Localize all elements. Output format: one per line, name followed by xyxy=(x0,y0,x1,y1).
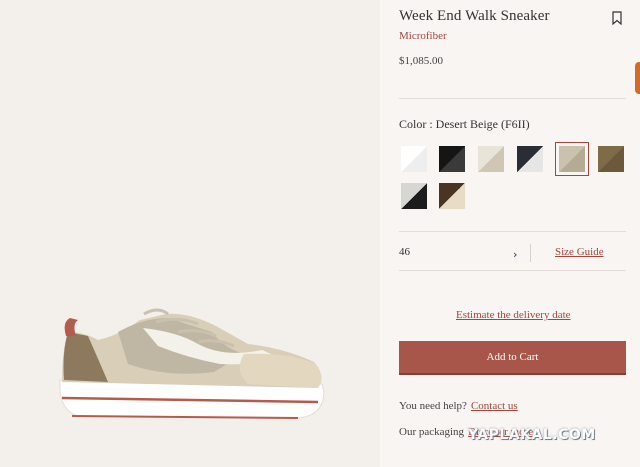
help-text: You need help? xyxy=(399,400,467,412)
watermark: YAPLAKAL.COM xyxy=(468,427,596,443)
estimate-delivery-link[interactable]: Estimate the delivery date xyxy=(456,309,571,321)
color-swatch-white[interactable] xyxy=(401,146,427,172)
color-swatch-beige-white[interactable] xyxy=(478,146,504,172)
color-swatch-black[interactable] xyxy=(439,146,465,172)
packaging-text: Our packaging xyxy=(399,426,465,438)
product-material: Microfiber xyxy=(399,30,447,42)
divider xyxy=(399,270,626,271)
color-swatch-navy-white[interactable] xyxy=(517,146,543,172)
product-image[interactable] xyxy=(48,292,338,432)
size-value[interactable]: 46 xyxy=(399,246,410,258)
color-label: Color : Desert Beige (F6II) xyxy=(399,117,530,131)
side-tab[interactable] xyxy=(635,62,640,94)
contact-us-link[interactable]: Contact us xyxy=(471,400,518,412)
product-image-pane xyxy=(0,0,380,467)
color-swatch-desert-beige[interactable] xyxy=(555,142,589,176)
divider xyxy=(399,98,626,99)
bookmark-icon[interactable] xyxy=(612,11,622,25)
color-swatch-olive-brown[interactable] xyxy=(598,146,624,172)
color-swatch-brown-cream[interactable] xyxy=(439,183,465,209)
add-to-cart-button[interactable]: Add to Cart xyxy=(399,341,626,373)
size-guide-link[interactable]: Size Guide xyxy=(555,246,604,258)
divider xyxy=(530,244,531,262)
product-details-panel: Week End Walk Sneaker Microfiber $1,085.… xyxy=(380,0,640,467)
product-price: $1,085.00 xyxy=(399,55,443,67)
divider xyxy=(399,231,626,232)
color-swatch-grey-black[interactable] xyxy=(401,183,427,209)
help-line: You need help? Contact us xyxy=(399,400,518,412)
chevron-right-icon[interactable]: › xyxy=(513,248,517,261)
product-title: Week End Walk Sneaker xyxy=(399,8,550,24)
